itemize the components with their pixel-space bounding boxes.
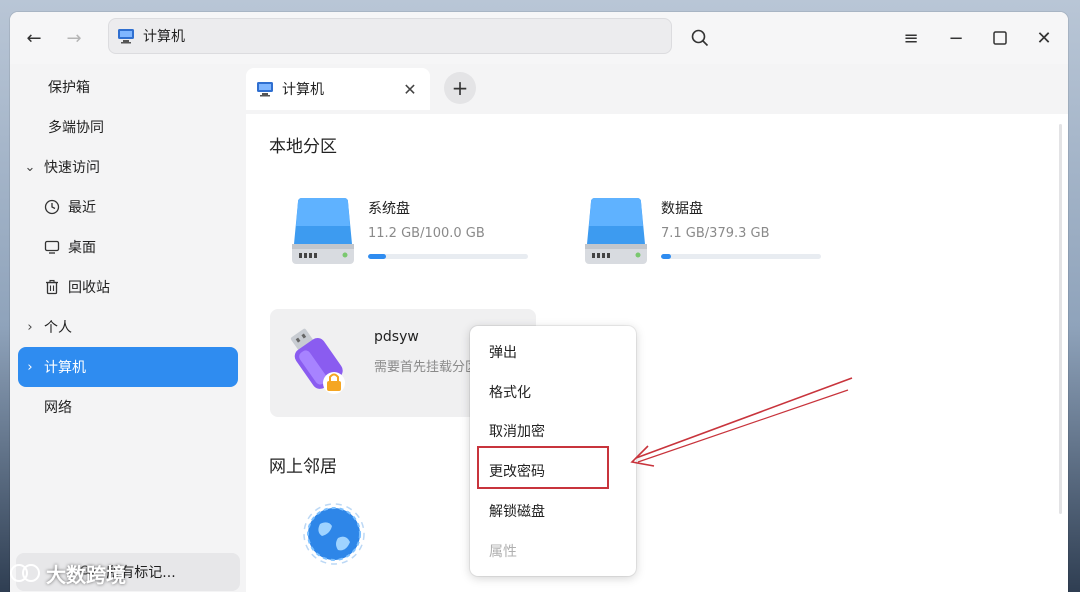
- forward-button[interactable]: →: [60, 24, 88, 52]
- watermark: 大数跨境: [10, 558, 126, 588]
- desktop-icon: [44, 239, 60, 255]
- tab-close-icon[interactable]: ✕: [400, 79, 420, 99]
- new-tab-button[interactable]: +: [444, 72, 476, 104]
- disk-size: 7.1 GB/379.3 GB: [661, 226, 770, 241]
- menu-item-eject[interactable]: 弹出: [470, 332, 636, 372]
- menu-item-remove-encryption[interactable]: 取消加密: [470, 411, 636, 451]
- title-bar: ← → 计算机 ≡ − ✕: [10, 12, 1068, 64]
- menu-item-format[interactable]: 格式化: [470, 372, 636, 412]
- arrow-right-icon: →: [66, 27, 82, 49]
- computer-icon: [257, 82, 273, 97]
- sidebar-item-label: 多端协同: [48, 120, 104, 136]
- sidebar-item-desktop[interactable]: 桌面: [18, 227, 238, 267]
- sidebar-item-label: 最近: [68, 200, 96, 216]
- menu-button[interactable]: ≡: [897, 24, 925, 52]
- chevron-right-icon[interactable]: ›: [22, 320, 38, 335]
- watermark-text: 大数跨境: [46, 562, 126, 587]
- sidebar-item-label: 桌面: [68, 240, 96, 256]
- close-button[interactable]: ✕: [1030, 24, 1058, 52]
- sidebar-item-vault[interactable]: 保护箱: [18, 67, 238, 107]
- sidebar-item-network[interactable]: 网络: [18, 387, 238, 427]
- disk-usage-bar: [661, 254, 821, 259]
- address-bar[interactable]: 计算机: [108, 18, 672, 54]
- minimize-icon: −: [948, 27, 964, 49]
- sidebar-item-trash[interactable]: 回收站: [18, 267, 238, 307]
- sidebar: 保护箱 多端协同 ⌄ 快速访问 最近 桌面 回收站 › 个人 › 计算机 网络 …: [10, 64, 246, 592]
- sidebar-item-label: 网络: [44, 400, 72, 416]
- back-button[interactable]: ←: [20, 24, 48, 52]
- sidebar-item-label: 个人: [44, 320, 72, 336]
- menu-item-properties: 属性: [489, 544, 517, 560]
- tab-bar: 计算机 ✕ +: [246, 64, 1068, 114]
- chevron-right-icon[interactable]: ›: [22, 360, 38, 375]
- menu-item-unlock-disk[interactable]: 解锁磁盘: [470, 491, 636, 531]
- address-text: 计算机: [143, 29, 185, 45]
- lock-icon: [327, 381, 341, 391]
- main-panel: 计算机 ✕ + 本地分区 系统盘 11.2 GB/100.0 GB 数据盘 7.…: [246, 64, 1068, 592]
- sidebar-item-label: 计算机: [44, 360, 86, 376]
- computer-icon: [118, 29, 134, 44]
- sidebar-item-computer[interactable]: › 计算机: [18, 347, 238, 387]
- sidebar-item-label: 快速访问: [44, 160, 100, 176]
- maximize-icon: [993, 31, 1007, 45]
- network-neighborhood-heading: 网上邻居: [269, 457, 337, 477]
- scrollbar[interactable]: [1059, 124, 1062, 514]
- maximize-button[interactable]: [986, 24, 1014, 52]
- usb-drive-icon: [290, 328, 345, 394]
- chevron-down-icon[interactable]: ⌄: [22, 160, 38, 175]
- usb-name: pdsyw: [374, 329, 419, 345]
- disk-data[interactable]: 数据盘 7.1 GB/379.3 GB: [579, 186, 839, 286]
- tab-label: 计算机: [282, 82, 324, 98]
- local-partitions-heading: 本地分区: [269, 137, 337, 157]
- search-button[interactable]: [686, 24, 714, 52]
- sidebar-item-recent[interactable]: 最近: [18, 187, 238, 227]
- disk-name: 系统盘: [368, 201, 410, 217]
- hard-drive-icon: [585, 198, 647, 264]
- hard-drive-icon: [292, 198, 354, 264]
- plus-icon: +: [451, 76, 469, 100]
- sidebar-item-quick-access[interactable]: ⌄ 快速访问: [18, 147, 238, 187]
- annotation-highlight-box: [477, 446, 609, 489]
- sidebar-item-label: 保护箱: [48, 80, 90, 96]
- clock-icon: [44, 199, 60, 215]
- sidebar-item-cooperation[interactable]: 多端协同: [18, 107, 238, 147]
- sidebar-item-personal[interactable]: › 个人: [18, 307, 238, 347]
- hamburger-icon: ≡: [903, 27, 919, 49]
- annotation-arrow-icon: [630, 377, 853, 467]
- trash-icon: [44, 279, 60, 295]
- close-icon: ✕: [1036, 27, 1052, 49]
- logo-icon: [10, 564, 40, 582]
- search-icon: [691, 29, 709, 47]
- disk-system[interactable]: 系统盘 11.2 GB/100.0 GB: [286, 186, 546, 286]
- disk-size: 11.2 GB/100.0 GB: [368, 226, 485, 241]
- disk-name: 数据盘: [661, 201, 703, 217]
- tab-computer[interactable]: 计算机 ✕: [246, 68, 430, 110]
- disk-usage-fill: [661, 254, 671, 259]
- sidebar-item-label: 回收站: [68, 280, 110, 296]
- disk-usage-bar: [368, 254, 528, 259]
- globe-icon[interactable]: [302, 502, 366, 566]
- arrow-left-icon: ←: [26, 27, 42, 49]
- minimize-button[interactable]: −: [942, 24, 970, 52]
- disk-usage-fill: [368, 254, 386, 259]
